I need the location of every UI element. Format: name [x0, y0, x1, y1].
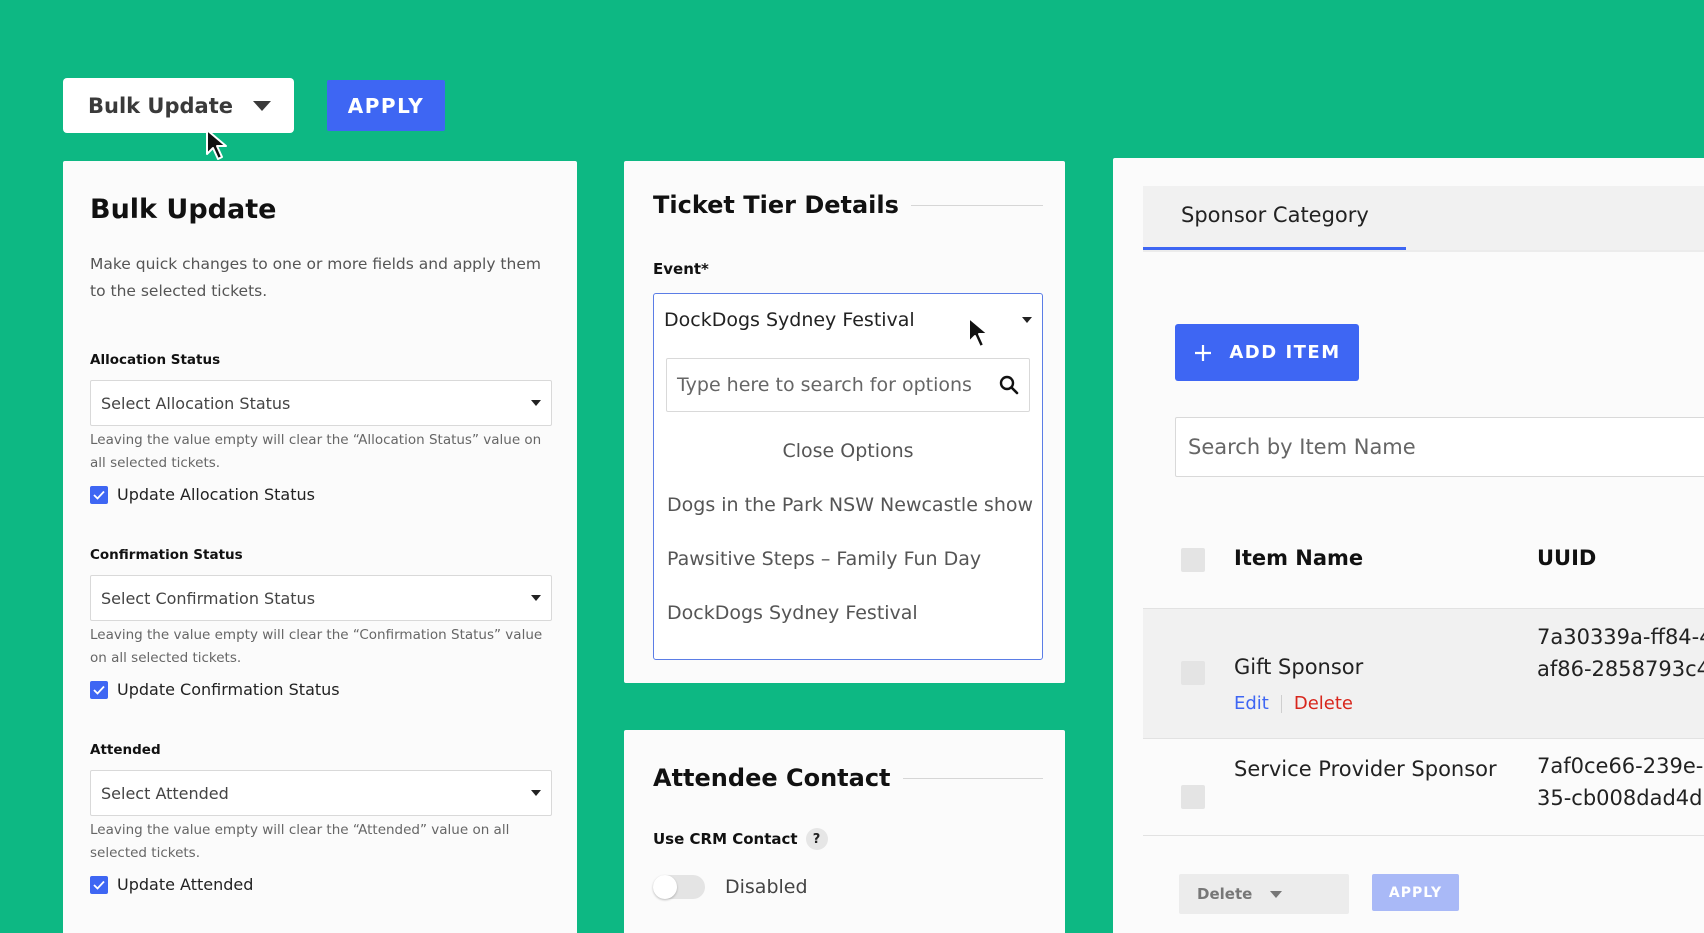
allocation-status-select[interactable]: Select Allocation Status [90, 380, 552, 426]
mouse-cursor-icon [968, 317, 989, 348]
search-icon [999, 375, 1019, 395]
allocation-status-label: Allocation Status [90, 352, 221, 368]
crm-contact-toggle-row: Disabled [653, 875, 808, 899]
help-icon[interactable]: ? [805, 828, 828, 850]
section-header: Ticket Tier Details [653, 191, 1043, 219]
confirmation-status-select[interactable]: Select Confirmation Status [90, 575, 552, 621]
chevron-down-icon [253, 100, 272, 111]
uuid-cell: 7af0ce66-239e-4 35-cb008dad4d [1537, 750, 1704, 814]
section-title: Attendee Contact [653, 764, 891, 792]
uuid-cell: 7a30339a-ff84-4 af86-2858793c4 [1537, 621, 1704, 685]
checkbox-label: Update Attended [117, 875, 254, 894]
select-placeholder: Select Confirmation Status [101, 588, 316, 608]
attended-hint: Leaving the value empty will clear the “… [90, 822, 510, 861]
attended-select[interactable]: Select Attended [90, 770, 552, 816]
mouse-cursor-icon [206, 129, 227, 160]
allocation-status-hint: Leaving the value empty will clear the “… [90, 432, 542, 471]
checkmark-icon [90, 680, 108, 699]
bulk-action-select-bottom[interactable]: Delete [1179, 874, 1349, 914]
option-search-input[interactable]: Type here to search for options [666, 358, 1030, 412]
bulk-action-value: Bulk Update [88, 93, 234, 118]
divider [1280, 694, 1282, 713]
update-confirmation-status-checkbox[interactable]: Update Confirmation Status [90, 680, 340, 699]
divider [910, 204, 1043, 206]
panel-title: Bulk Update [90, 194, 277, 225]
chevron-down-icon [1270, 890, 1283, 898]
table-row[interactable]: Service Provider Sponsor 7af0ce66-239e-4… [1143, 739, 1704, 867]
select-placeholder: Select Allocation Status [101, 393, 291, 413]
item-name: Gift Sponsor [1234, 655, 1364, 679]
item-search-input[interactable]: Search by Item Name [1175, 417, 1704, 477]
dropdown-option[interactable]: Pawsitive Steps – Family Fun Day [654, 548, 1042, 570]
section-title: Ticket Tier Details [653, 191, 899, 219]
toggle-state: Disabled [725, 876, 808, 898]
crm-contact-label: Use CRM Contact [653, 830, 798, 848]
attendee-contact-panel: Attendee Contact Use CRM Contact ? Disab… [624, 730, 1065, 933]
confirmation-status-hint: Leaving the value empty will clear the “… [90, 627, 543, 666]
chevron-down-icon [531, 790, 541, 796]
bulk-apply-button[interactable]: APPLY [1372, 874, 1459, 911]
confirmation-status-label: Confirmation Status [90, 547, 243, 563]
column-header-item-name: Item Name [1234, 546, 1364, 570]
row-checkbox[interactable] [1181, 661, 1205, 685]
checkmark-icon [90, 485, 108, 504]
ticket-tier-panel: Ticket Tier Details Event* DockDogs Sydn… [624, 161, 1065, 683]
add-item-label: ADD ITEM [1229, 342, 1341, 363]
table-divider [1143, 835, 1704, 836]
chevron-down-icon [1022, 317, 1032, 323]
delete-link[interactable]: Delete [1294, 693, 1353, 714]
uuid-line: 35-cb008dad4d [1537, 786, 1703, 810]
select-all-checkbox[interactable] [1181, 548, 1205, 572]
dropdown-option[interactable]: Dogs in the Park NSW Newcastle show [654, 494, 1042, 516]
crm-contact-toggle[interactable] [653, 875, 705, 899]
chevron-down-icon [531, 400, 541, 406]
tab-divider [1143, 250, 1704, 252]
attended-label: Attended [90, 742, 161, 758]
uuid-line: 7af0ce66-239e-4 [1537, 754, 1704, 778]
event-label: Event* [653, 260, 709, 278]
add-item-button[interactable]: ADD ITEM [1175, 324, 1359, 381]
search-placeholder: Type here to search for options [677, 374, 972, 396]
checkmark-icon [90, 875, 108, 894]
panel-description: Make quick changes to one or more fields… [90, 255, 541, 300]
dropdown-option[interactable]: DockDogs Sydney Festival [654, 602, 1042, 624]
checkbox-label: Update Allocation Status [117, 485, 315, 504]
table-row[interactable]: Gift Sponsor Edit Delete 7a30339a-ff84-4… [1143, 609, 1704, 738]
update-allocation-status-checkbox[interactable]: Update Allocation Status [90, 485, 315, 504]
divider [902, 777, 1043, 779]
uuid-line: 7a30339a-ff84-4 [1537, 625, 1704, 649]
edit-link[interactable]: Edit [1234, 693, 1269, 714]
tab-sponsor-category[interactable]: Sponsor Category [1181, 203, 1369, 227]
row-actions: Edit Delete [1234, 693, 1353, 714]
bulk-action-value: Delete [1197, 885, 1253, 903]
sponsor-category-panel: Sponsor Category ADD ITEM Search by Item… [1113, 158, 1704, 933]
chevron-down-icon [531, 595, 541, 601]
uuid-line: af86-2858793c4 [1537, 657, 1704, 681]
apply-button[interactable]: APPLY [327, 80, 445, 131]
crm-contact-label-row: Use CRM Contact ? [653, 828, 828, 850]
plus-icon [1195, 344, 1212, 361]
search-placeholder: Search by Item Name [1188, 435, 1416, 459]
checkbox-label: Update Confirmation Status [117, 680, 340, 699]
item-name: Service Provider Sponsor [1234, 757, 1497, 781]
update-attended-checkbox[interactable]: Update Attended [90, 875, 253, 894]
row-checkbox[interactable] [1181, 785, 1205, 809]
selected-event: DockDogs Sydney Festival [664, 309, 915, 331]
bulk-update-panel: Bulk Update Make quick changes to one or… [63, 161, 577, 933]
column-header-uuid: UUID [1537, 546, 1597, 570]
close-options-button[interactable]: Close Options [654, 440, 1042, 462]
select-placeholder: Select Attended [101, 783, 229, 803]
section-header: Attendee Contact [653, 764, 1043, 792]
toggle-knob [653, 875, 677, 899]
bulk-action-select[interactable]: Bulk Update [63, 78, 294, 133]
